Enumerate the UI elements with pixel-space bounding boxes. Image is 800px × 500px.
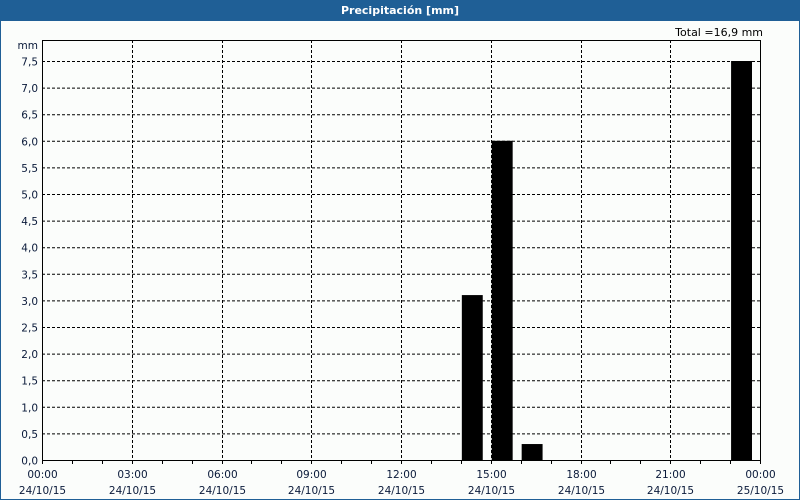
x-tick-time-label: 15:00 [476, 469, 506, 481]
x-tick-time-label: 00:00 [27, 469, 57, 481]
x-tick-date-label: 24/10/15 [199, 485, 246, 497]
y-tick-label: 2,0 [21, 349, 38, 361]
precipitation-bar [491, 140, 513, 461]
x-tick-date-label: 24/10/15 [109, 485, 156, 497]
y-tick-label: 0,5 [21, 429, 38, 441]
y-tick-label: 4,5 [21, 216, 38, 228]
x-tick-date-label: 24/10/15 [558, 485, 605, 497]
x-tick-time-label: 06:00 [207, 469, 237, 481]
y-tick-label: 7,5 [21, 57, 38, 69]
y-tick-label: 2,5 [21, 323, 38, 335]
y-tick-label: 5,5 [21, 163, 38, 175]
x-tick-time-label: 12:00 [386, 469, 416, 481]
x-tick-time-label: 18:00 [566, 469, 596, 481]
y-tick-label: 6,0 [21, 136, 38, 148]
y-tick-label: 5,0 [21, 190, 38, 202]
y-tick-label: 1,5 [21, 376, 38, 388]
y-tick-label: 3,0 [21, 296, 38, 308]
x-tick-date-label: 24/10/15 [288, 485, 335, 497]
x-tick-date-label: 24/10/15 [468, 485, 515, 497]
x-tick-time-label: 09:00 [296, 469, 326, 481]
y-tick-label: 7,0 [21, 83, 38, 95]
y-tick-label: 1,0 [21, 402, 38, 414]
y-tick-label: 4,0 [21, 243, 38, 255]
x-tick-date-label: 24/10/15 [378, 485, 425, 497]
precipitation-bar [461, 295, 483, 460]
y-tick-label: 6,5 [21, 110, 38, 122]
x-tick-date-label: 25/10/15 [737, 485, 784, 497]
x-tick-time-label: 00:00 [745, 469, 775, 481]
y-axis-unit-label: mm [18, 40, 38, 52]
x-tick-time-label: 03:00 [117, 469, 147, 481]
x-tick-date-label: 24/10/15 [647, 485, 694, 497]
y-tick-label: 0,0 [21, 456, 38, 468]
x-tick-time-label: 21:00 [655, 469, 685, 481]
precipitation-chart: 0,0 0,5 1,0 1,5 2,0 2,5 3,0 3,5 4,0 4,5 5,0 5,5 6,0 6… [18, 40, 784, 497]
precipitation-bar [521, 444, 543, 460]
y-tick-label: 3,5 [21, 269, 38, 281]
precipitation-bar [731, 61, 752, 460]
x-tick-date-label: 24/10/15 [19, 485, 66, 497]
